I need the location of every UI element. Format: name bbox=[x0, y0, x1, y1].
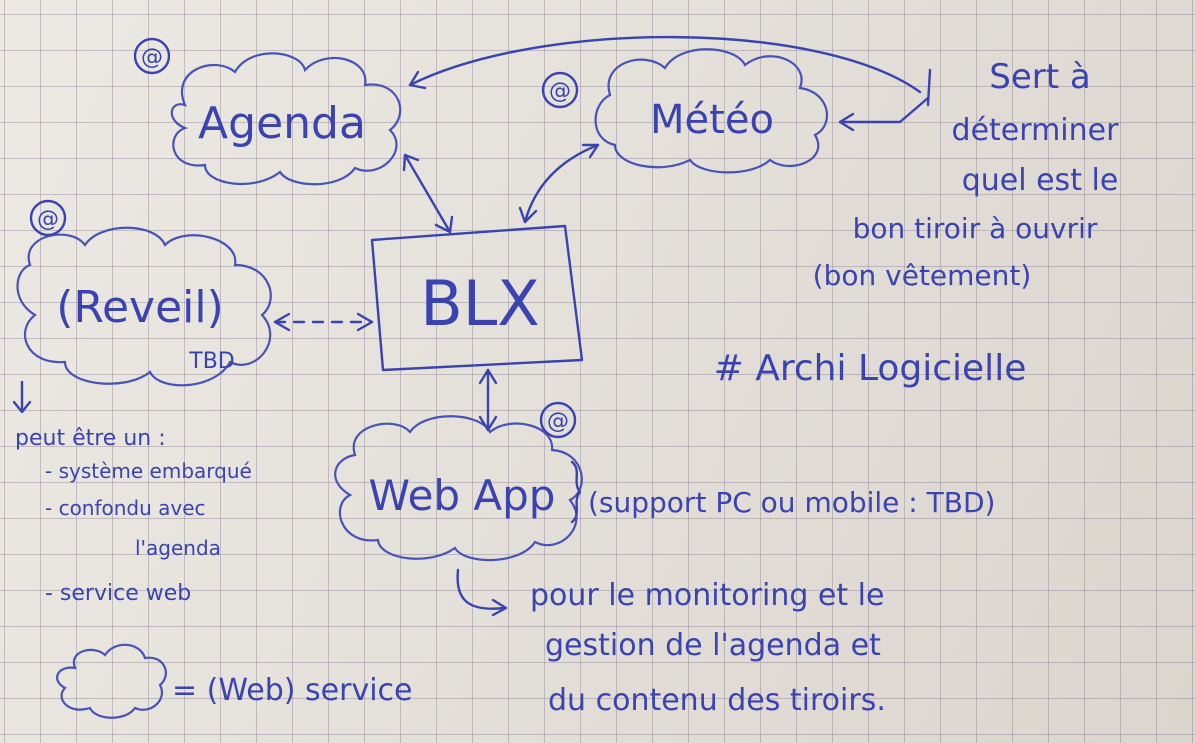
reveil-note-line2: - système embarqué bbox=[45, 459, 252, 483]
arrow-webapp-note bbox=[456, 568, 508, 617]
webapp-support-note: (support PC ou mobile : TBD) bbox=[588, 486, 995, 519]
connector-meteo-blx bbox=[518, 143, 600, 224]
legend-label: = (Web) service bbox=[172, 673, 412, 708]
marker-agenda: @ bbox=[133, 37, 171, 75]
reveil-note-line3: - confondu avec bbox=[45, 496, 206, 520]
connector-note-agenda bbox=[408, 35, 922, 94]
meteo-note-line3: quel est le bbox=[962, 163, 1119, 198]
webapp-note-line3: du contenu des tiroirs. bbox=[548, 683, 886, 718]
meteo-label: Météo bbox=[650, 97, 774, 143]
legend-cloud-icon bbox=[56, 643, 167, 719]
bracket-note bbox=[926, 68, 932, 107]
connector-reveil-blx bbox=[273, 312, 374, 332]
agenda-label: Agenda bbox=[198, 98, 366, 149]
marker-reveil: @ bbox=[29, 199, 67, 237]
connector-agenda-blx bbox=[402, 153, 454, 234]
webapp-brace bbox=[570, 460, 582, 524]
svg-text:@: @ bbox=[141, 45, 163, 70]
notebook-page: @ @ @ @ Agenda Météo (Reveil) TBD BLX We… bbox=[0, 0, 1195, 743]
svg-text:@: @ bbox=[37, 207, 59, 232]
svg-text:@: @ bbox=[549, 79, 571, 104]
reveil-tbd-label: TBD bbox=[188, 349, 234, 374]
blx-label: BLX bbox=[420, 267, 540, 340]
svg-text:@: @ bbox=[547, 409, 569, 434]
diagram-title: # Archi Logicielle bbox=[714, 348, 1027, 389]
marker-meteo: @ bbox=[541, 71, 579, 109]
arrow-reveil-note bbox=[12, 380, 32, 414]
reveil-note-line1: peut être un : bbox=[15, 426, 166, 451]
webapp-label: Web App bbox=[369, 471, 556, 520]
meteo-note-line4: bon tiroir à ouvrir bbox=[853, 212, 1098, 245]
reveil-note-line4: l'agenda bbox=[135, 536, 221, 560]
webapp-note-line2: gestion de l'agenda et bbox=[545, 628, 881, 663]
connector-note-meteo bbox=[838, 96, 930, 132]
meteo-note-line1: Sert à bbox=[989, 57, 1090, 97]
marker-webapp: @ bbox=[539, 401, 577, 439]
meteo-note-line2: déterminer bbox=[952, 113, 1120, 148]
architecture-sketch: @ @ @ @ Agenda Météo (Reveil) TBD BLX We… bbox=[12, 35, 1120, 719]
webapp-note-line1: pour le monitoring et le bbox=[530, 578, 884, 613]
reveil-label: (Reveil) bbox=[56, 282, 224, 333]
connector-blx-webapp bbox=[478, 368, 498, 432]
meteo-note-line5: (bon vêtement) bbox=[813, 259, 1032, 292]
reveil-note-line5: - service web bbox=[45, 581, 191, 606]
